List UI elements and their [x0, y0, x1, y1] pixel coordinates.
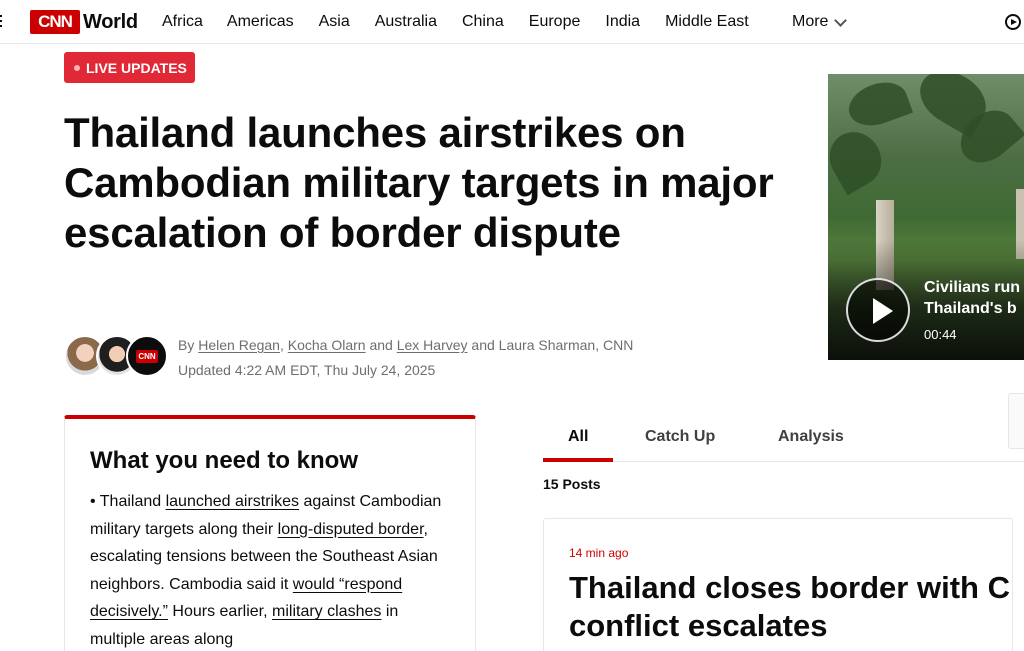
side-panel-handle[interactable]: [1008, 393, 1024, 449]
nav-item-australia[interactable]: Australia: [375, 13, 437, 31]
byline-by: By: [178, 337, 195, 353]
page-title: Thailand launches airstrikes on Cambodia…: [64, 109, 774, 256]
play-button-icon[interactable]: [846, 278, 910, 342]
tab-analysis[interactable]: Analysis: [778, 428, 844, 446]
posts-count: 15 Posts: [543, 476, 601, 492]
post-title-line: Thailand closes border with C: [569, 570, 1010, 605]
post-timestamp: 14 min ago: [569, 546, 629, 560]
top-nav: CNN World Africa Americas Asia Australia…: [0, 0, 1024, 44]
video-player[interactable]: Civilians run Thailand's b 00:44: [828, 74, 1024, 360]
live-label: LIVE UPDATES: [86, 59, 187, 76]
more-menu-button[interactable]: More: [792, 13, 848, 31]
play-icon[interactable]: [1005, 14, 1021, 30]
author-link[interactable]: Kocha Olarn: [288, 337, 366, 353]
know-heading: What you need to know: [90, 447, 358, 474]
video-title-line: Civilians run: [924, 279, 1021, 296]
active-tab-indicator: [543, 458, 613, 462]
author-avatars: CNN: [64, 335, 174, 379]
more-label: More: [792, 13, 829, 30]
live-post-card[interactable]: 14 min ago Thailand closes border with C…: [543, 518, 1013, 651]
know-text: Hours earlier,: [172, 603, 268, 620]
live-tabs: All Catch Up Analysis: [543, 420, 1024, 462]
byline-separator: ,: [279, 337, 284, 353]
byline-and: and: [471, 337, 495, 353]
cnn-logo-mark: CNN: [30, 10, 80, 34]
avatar[interactable]: CNN: [126, 335, 168, 377]
video-title-line: Thailand's b: [924, 300, 1017, 317]
link-military-clashes[interactable]: military clashes: [272, 603, 381, 620]
cnn-avatar-logo: CNN: [136, 349, 158, 363]
video-duration: 00:44: [924, 327, 957, 342]
video-foliage: [842, 74, 914, 134]
cnn-logo[interactable]: CNN World: [30, 8, 138, 36]
byline-and: and: [369, 337, 393, 353]
live-dot-icon: [74, 64, 80, 71]
post-title-line: conflict escalates: [569, 608, 828, 643]
nav-item-china[interactable]: China: [462, 13, 504, 31]
tab-catch-up[interactable]: Catch Up: [645, 428, 715, 446]
nav-item-india[interactable]: India: [605, 13, 640, 31]
author-link[interactable]: Helen Regan: [198, 337, 280, 353]
byline: By Helen Regan, Kocha Olarn and Lex Harv…: [178, 337, 633, 353]
know-bullet-text: • Thailand launched airstrikes against C…: [90, 488, 455, 651]
menu-icon[interactable]: [0, 12, 4, 32]
updated-timestamp: Updated 4:22 AM EDT, Thu July 24, 2025: [178, 362, 436, 378]
nav-item-americas[interactable]: Americas: [227, 13, 294, 31]
video-title: Civilians run Thailand's b: [924, 277, 1024, 319]
tab-all[interactable]: All: [568, 428, 588, 446]
link-long-disputed-border[interactable]: long-disputed border: [278, 521, 424, 538]
byline-outlet: , CNN: [595, 337, 634, 353]
video-foliage: [828, 122, 891, 196]
nav-links: Africa Americas Asia Australia China Eur…: [162, 13, 749, 31]
link-launched-airstrikes[interactable]: launched airstrikes: [166, 493, 299, 510]
post-title[interactable]: Thailand closes border with C conflict e…: [569, 569, 1012, 645]
author-name: Laura Sharman: [498, 337, 596, 353]
bullet-icon: •: [90, 493, 96, 510]
nav-item-africa[interactable]: Africa: [162, 13, 203, 31]
nav-item-europe[interactable]: Europe: [529, 13, 581, 31]
what-you-need-to-know-box: What you need to know • Thailand launche…: [64, 415, 476, 651]
live-updates-badge: LIVE UPDATES: [64, 52, 195, 83]
section-title: World: [83, 10, 138, 33]
nav-item-asia[interactable]: Asia: [319, 13, 350, 31]
author-link[interactable]: Lex Harvey: [397, 337, 468, 353]
chevron-down-icon: [834, 13, 848, 27]
know-text: Thailand: [99, 493, 162, 510]
nav-item-middle-east[interactable]: Middle East: [665, 13, 749, 31]
